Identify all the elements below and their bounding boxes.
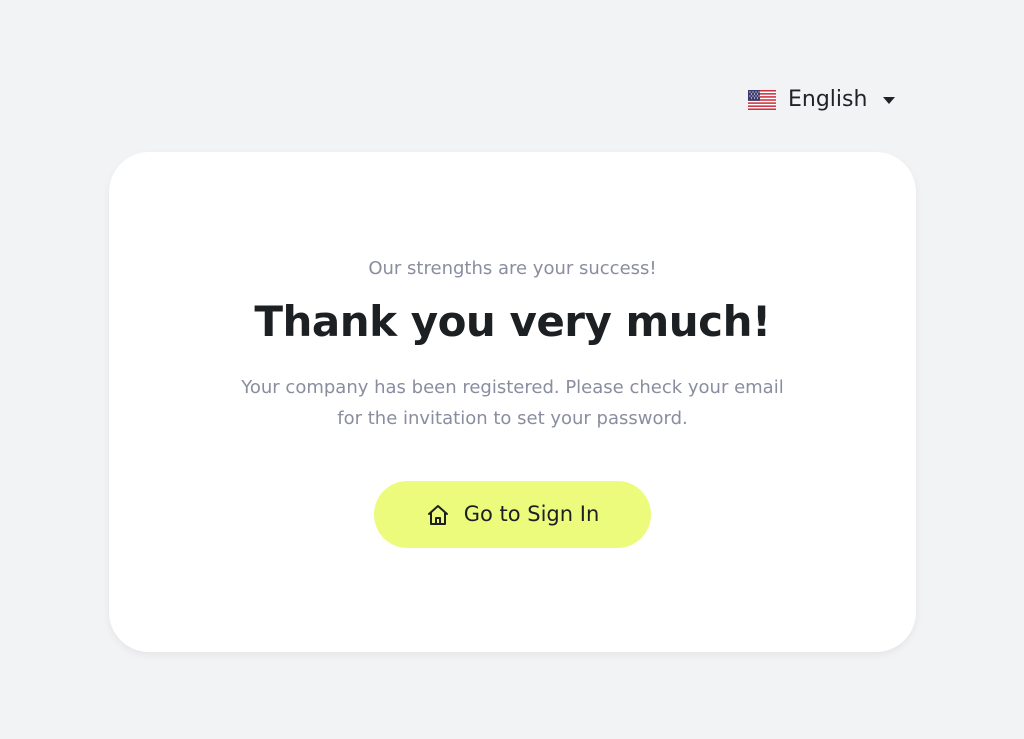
confirmation-message: Your company has been registered. Please… (241, 377, 784, 429)
language-label: English (788, 87, 868, 112)
home-icon (426, 503, 450, 527)
caret-down-icon (883, 96, 896, 104)
tagline: Our strengths are your success! (368, 258, 657, 279)
page-title: Thank you very much! (254, 297, 771, 346)
go-to-sign-in-button[interactable]: Go to Sign In (374, 481, 651, 548)
us-flag-icon (748, 90, 776, 110)
go-to-sign-in-label: Go to Sign In (463, 502, 600, 526)
confirmation-card: Our strengths are your success! Thank yo… (109, 152, 916, 652)
language-selector[interactable]: English (748, 84, 896, 116)
